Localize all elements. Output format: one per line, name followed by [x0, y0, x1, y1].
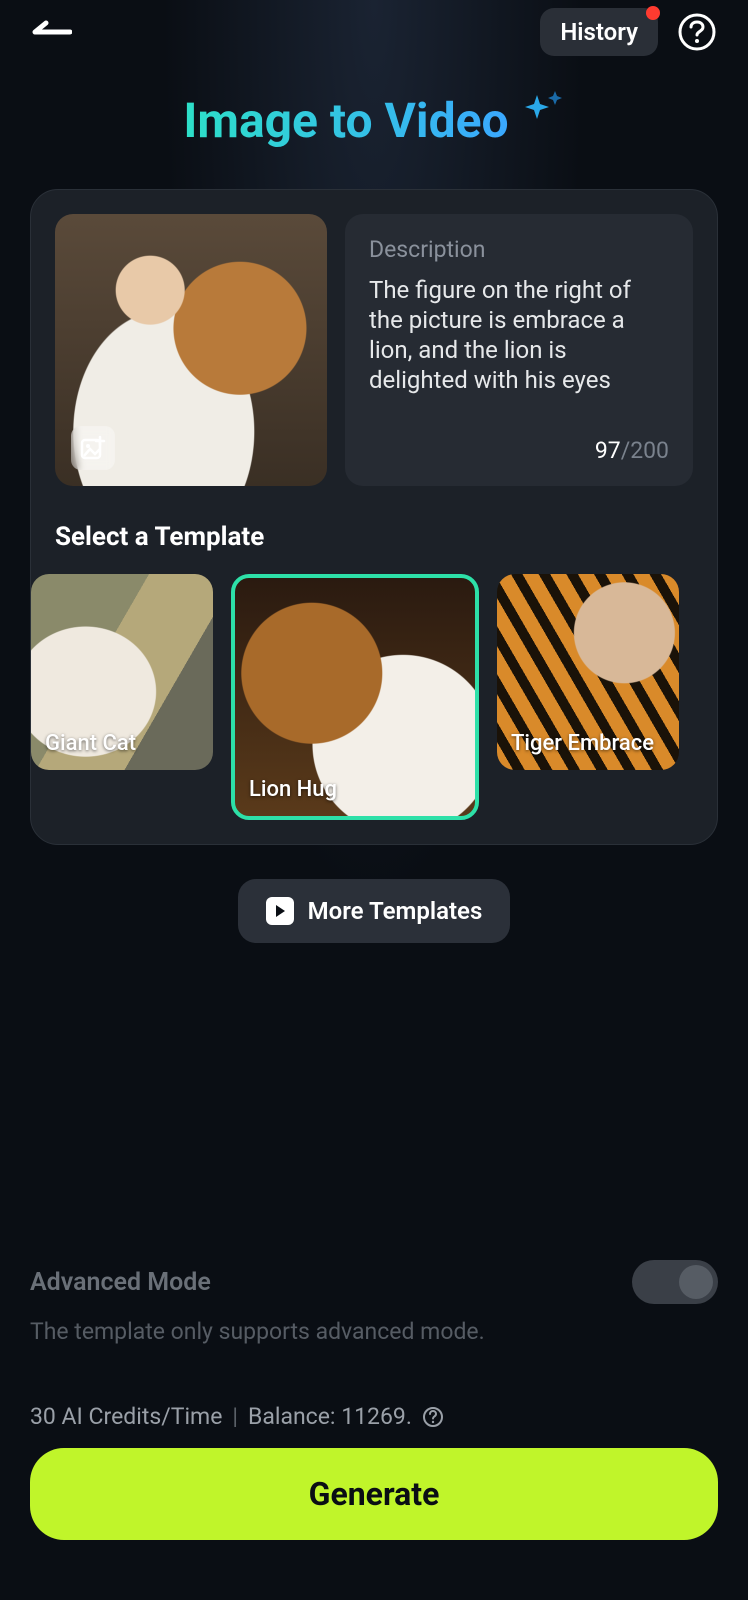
more-templates-label: More Templates: [308, 897, 483, 925]
history-label: History: [560, 18, 638, 46]
sparkle-icon: [521, 91, 565, 135]
uploaded-image[interactable]: [55, 214, 327, 486]
back-icon: [32, 20, 72, 44]
help-button[interactable]: [676, 11, 718, 53]
advanced-mode-label: Advanced Mode: [30, 1268, 211, 1297]
generate-button[interactable]: Generate: [30, 1448, 718, 1540]
credit-cost: 30 AI Credits/Time: [30, 1403, 222, 1430]
notification-dot-icon: [646, 6, 660, 20]
credit-balance: Balance: 11269.: [248, 1403, 412, 1430]
template-giant-cat[interactable]: Giant Cat: [31, 574, 213, 770]
page-title: Image to Video: [183, 92, 508, 149]
advanced-mode-subtext: The template only supports advanced mode…: [30, 1318, 718, 1345]
more-templates-button[interactable]: More Templates: [238, 879, 511, 943]
input-card: Description The figure on the right of t…: [30, 189, 718, 845]
template-tiger-embrace[interactable]: Tiger Embrace: [497, 574, 679, 770]
help-icon: [677, 12, 717, 52]
toggle-knob-icon: [679, 1265, 713, 1299]
template-label: Lion Hug: [249, 777, 337, 802]
image-plus-icon: [80, 435, 106, 461]
templates-heading: Select a Template: [55, 522, 693, 552]
template-label: Tiger Embrace: [511, 731, 654, 756]
change-image-button[interactable]: [71, 426, 115, 470]
char-count: 97/200: [595, 437, 669, 464]
template-list: Giant Cat Lion Hug Tiger Embrace: [31, 574, 717, 820]
info-icon[interactable]: [422, 1406, 444, 1428]
history-button[interactable]: History: [540, 8, 658, 56]
credit-info: 30 AI Credits/Time | Balance: 11269.: [30, 1403, 718, 1430]
play-icon: [266, 897, 294, 925]
generate-label: Generate: [309, 1475, 440, 1513]
description-box[interactable]: Description The figure on the right of t…: [345, 214, 693, 486]
back-button[interactable]: [30, 10, 74, 54]
description-label: Description: [369, 236, 669, 263]
template-label: Giant Cat: [45, 731, 136, 756]
template-lion-hug[interactable]: Lion Hug: [231, 574, 479, 820]
description-text: The figure on the right of the picture i…: [369, 275, 669, 429]
advanced-mode-toggle[interactable]: [632, 1260, 718, 1304]
